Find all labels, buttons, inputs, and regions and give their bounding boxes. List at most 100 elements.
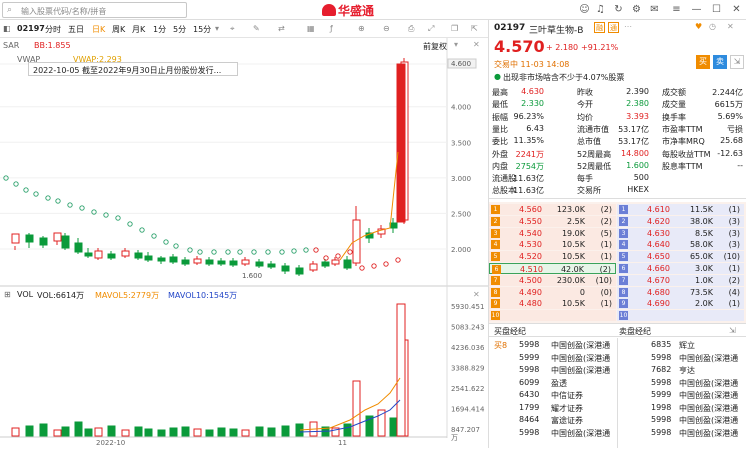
close-indicator-icon[interactable]: ✕	[473, 40, 480, 49]
mail-icon[interactable]: ✉	[648, 3, 661, 16]
tab-5min[interactable]: 5分	[173, 24, 186, 35]
adjust-dropdown[interactable]: 前复权	[423, 41, 447, 52]
more-periods-chevron-icon[interactable]: ▾	[215, 24, 219, 33]
vol-toggle-icon[interactable]: ⊞	[4, 290, 11, 299]
bid-level-row[interactable]: 8 4.490 0 (0)	[489, 286, 616, 298]
history-icon[interactable]: ◷	[709, 22, 716, 31]
sell-button[interactable]: 卖	[713, 55, 727, 69]
stock-connect-icon[interactable]: 通	[608, 22, 619, 33]
adjust-chevron-icon[interactable]: ▾	[454, 40, 458, 49]
bid-level-row[interactable]: 10	[489, 310, 616, 322]
screenshot-icon[interactable]: ⎙	[408, 24, 414, 34]
search-input[interactable]: ⌕ 输入股票代码/名称/拼音	[2, 2, 187, 18]
collapse-icon[interactable]: ◧	[3, 24, 11, 33]
close-vol-icon[interactable]: ✕	[473, 290, 480, 299]
buy-broker-row[interactable]: 5999 中国创盈(深港通	[489, 353, 617, 365]
broker-id: 8464	[519, 415, 540, 424]
ask-order-count: (3)	[728, 228, 740, 238]
ask-level-row[interactable]: 5 4.650 65.0K (10)	[617, 251, 744, 263]
tab-15min[interactable]: 15分	[193, 24, 211, 35]
tab-monthly-k[interactable]: 月K	[132, 24, 145, 35]
broker-expand-icon[interactable]: ⇲	[729, 326, 736, 335]
chart-area[interactable]: 4.6004.0003.5003.0002.5002.0001.6004.600…	[0, 38, 488, 448]
candlestick-chart[interactable]: 4.6004.0003.5003.0002.5002.0001.6004.600…	[0, 38, 488, 448]
refresh-icon[interactable]: ↻	[612, 3, 625, 16]
bid-level-row[interactable]: 6 4.510 42.0K (2)	[489, 263, 616, 274]
ask-level-index: 5	[619, 252, 628, 262]
sell-broker-row[interactable]: 1998 中国创盈(深港通	[619, 403, 746, 415]
user-icon[interactable]: ☺	[578, 3, 591, 16]
buy-broker-row[interactable]: 5998 中国创盈(深港通	[489, 428, 617, 440]
close-icon[interactable]: ✕	[730, 3, 743, 16]
close-panel-icon[interactable]: ✕	[727, 22, 734, 31]
sell-broker-row[interactable]: 5998 中国创盈(深港通	[619, 378, 746, 390]
ask-level-row[interactable]: 6 4.660 3.0K (1)	[617, 263, 744, 274]
bid-level-row[interactable]: 3 4.540 19.0K (5)	[489, 227, 616, 239]
window-icon[interactable]: ❐	[451, 24, 458, 33]
compare-icon[interactable]: ⇄	[278, 24, 285, 33]
buy-broker-row[interactable]: 6099 盈透	[489, 378, 617, 390]
drawing-tool-icon[interactable]: ✎	[253, 24, 260, 33]
bell-icon[interactable]: ♫	[594, 3, 607, 16]
ask-level-row[interactable]: 8 4.680 73.5K (4)	[617, 286, 744, 298]
bid-volume: 230.0K	[556, 275, 585, 285]
tab-five-day[interactable]: 五日	[68, 24, 84, 35]
ask-level-row[interactable]: 2 4.620 38.0K (3)	[617, 215, 744, 227]
sell-broker-row[interactable]: 7682 亨达	[619, 365, 746, 377]
ask-level-row[interactable]: 7 4.670 1.0K (2)	[617, 274, 744, 286]
indicator-icon[interactable]: ƒ	[330, 24, 333, 33]
bid-level-row[interactable]: 5 4.520 10.5K (1)	[489, 251, 616, 263]
tab-weekly-k[interactable]: 周K	[112, 24, 125, 35]
broker-name: 中国创盈(深港通	[679, 391, 739, 400]
menu-icon[interactable]: ≡	[670, 3, 683, 16]
buy-broker-row[interactable]: 6430 中信证券	[489, 390, 617, 402]
zoom-out-icon[interactable]: ⊖	[383, 24, 390, 33]
favorite-icon[interactable]: ♥	[695, 22, 702, 31]
bid-level-row[interactable]: 7 4.500 230.0K (10)	[489, 274, 616, 286]
sell-broker-row[interactable]: 6835 辉立	[619, 340, 746, 352]
buy-broker-row[interactable]: 5998 中国创盈(深港通	[489, 365, 617, 377]
sell-broker-row[interactable]: 5999 中国创盈(深港通	[619, 390, 746, 402]
buy-broker-row[interactable]: 8464 富途证券	[489, 415, 617, 427]
ask-level-row[interactable]: 4 4.640 58.0K (3)	[617, 239, 744, 251]
broker-id: 5998	[519, 365, 540, 374]
tab-1min[interactable]: 1分	[153, 24, 166, 35]
volume-bar	[193, 428, 202, 437]
buy-broker-row[interactable]: 5998 中国创盈(深港通	[489, 340, 617, 352]
buy-broker-row[interactable]: 1799 耀才证券	[489, 403, 617, 415]
ask-level-row[interactable]: 9 4.690 2.0K (1)	[617, 298, 744, 310]
sell-broker-row[interactable]: 5998 中国创盈(深港通	[619, 353, 746, 365]
tab-daily-k[interactable]: 日K	[92, 24, 105, 35]
volume-tick-label: 4236.036	[451, 344, 485, 352]
buy-button[interactable]: 买	[696, 55, 710, 69]
expand-icon[interactable]: ⇲	[730, 55, 744, 69]
fin-label: 均价	[577, 112, 593, 122]
zoom-in-icon[interactable]: ⊕	[358, 24, 365, 33]
ask-level-index: 7	[619, 275, 628, 285]
sell-broker-row[interactable]: 5998 中国创盈(深港通	[619, 415, 746, 427]
settings-icon[interactable]: ⚙	[630, 3, 643, 16]
crosshair-icon[interactable]: ⌖	[230, 24, 235, 34]
tab-intraday[interactable]: 分时	[45, 24, 61, 35]
ask-level-row[interactable]: 1 4.610 11.5K (1)	[617, 204, 744, 215]
maximize-icon[interactable]: ☐	[710, 3, 723, 16]
margin-icon[interactable]: 融	[594, 22, 605, 33]
bid-order-count: (5)	[600, 228, 612, 238]
broker-id: 5998	[519, 340, 540, 349]
bid-level-row[interactable]: 2 4.550 2.5K (2)	[489, 215, 616, 227]
minimize-icon[interactable]: —	[690, 3, 703, 16]
popout-icon[interactable]: ⇱	[471, 24, 478, 33]
bid-level-row[interactable]: 9 4.480 10.5K (1)	[489, 298, 616, 310]
broker-name: 富途证券	[551, 416, 583, 425]
sar-dot	[79, 205, 85, 211]
sell-broker-row[interactable]: 5998 中国创盈(深港通	[619, 428, 746, 440]
sell-broker-title: 卖盘经纪	[619, 327, 651, 336]
bid-level-row[interactable]: 4 4.530 10.5K (1)	[489, 239, 616, 251]
ask-level-row[interactable]: 3 4.630 8.5K (3)	[617, 227, 744, 239]
bid-level-row[interactable]: 1 4.560 123.0K (2)	[489, 204, 616, 215]
ask-level-row[interactable]: 10	[617, 310, 744, 322]
layout-icon[interactable]: ▦	[307, 24, 315, 33]
more-icon[interactable]: ⋯	[624, 22, 632, 31]
fullscreen-icon[interactable]: ⤢	[428, 24, 434, 34]
candle-body	[343, 259, 352, 269]
